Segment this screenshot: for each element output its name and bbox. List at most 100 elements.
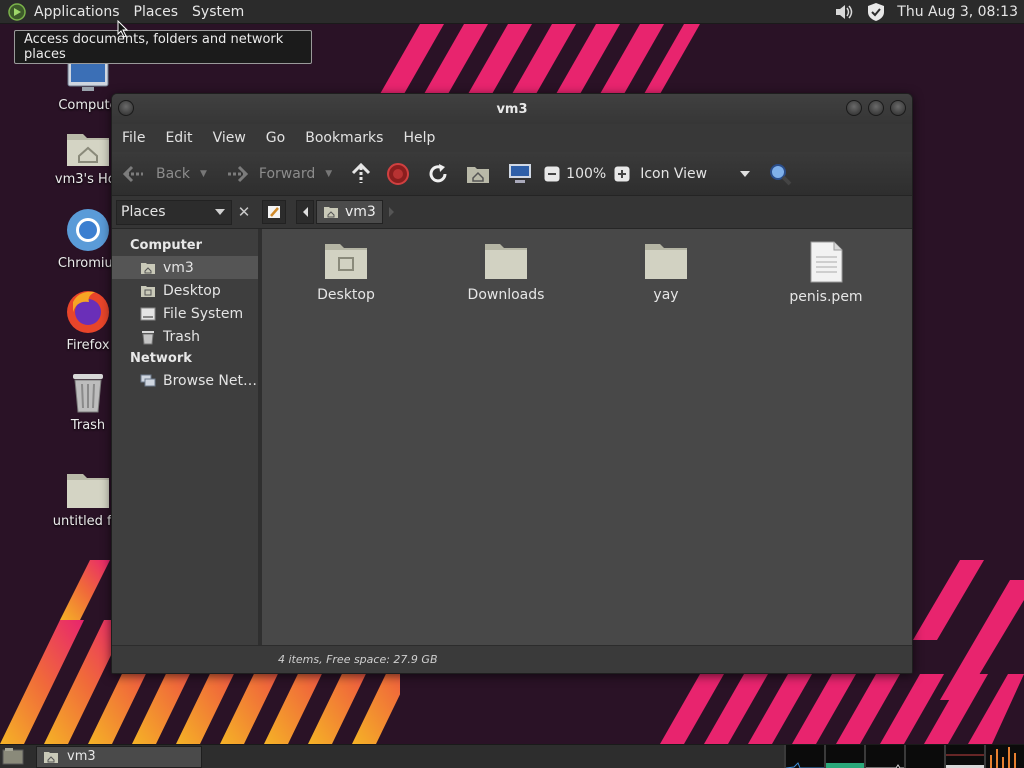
sidebar-item-label: Browse Net… bbox=[163, 372, 258, 389]
sidebar-heading-network: Network bbox=[130, 351, 192, 366]
forward-button[interactable]: Forward ▼ bbox=[225, 164, 332, 184]
folder-icon bbox=[67, 474, 109, 508]
back-arrow-icon bbox=[122, 165, 143, 182]
places-tooltip: Access documents, folders and network pl… bbox=[14, 30, 312, 64]
back-history-dropdown[interactable]: ▼ bbox=[200, 169, 207, 179]
file-item[interactable]: Desktop bbox=[286, 241, 406, 303]
places-menu[interactable]: Places bbox=[134, 4, 179, 20]
text-file-icon bbox=[810, 241, 843, 283]
chromium-icon bbox=[67, 209, 109, 251]
file-name: Desktop bbox=[317, 287, 375, 303]
system-menu[interactable]: System bbox=[192, 4, 244, 20]
toggle-location-entry-button[interactable] bbox=[262, 200, 286, 224]
toolbar: Back ▼ Forward ▼ 100% Icon View bbox=[112, 152, 912, 196]
close-sidebar-icon[interactable]: ✕ bbox=[232, 203, 256, 221]
tooltip-text: Access documents, folders and network pl… bbox=[24, 32, 284, 62]
taskbar-window-vm3[interactable]: vm3 bbox=[36, 745, 202, 768]
sidebar-item-trash[interactable]: Trash bbox=[112, 325, 258, 348]
home-folder-icon bbox=[44, 751, 58, 763]
cpu-graph bbox=[784, 744, 826, 768]
forward-arrow-icon bbox=[227, 165, 249, 182]
desktop-icon-label: Compute bbox=[58, 98, 118, 113]
menubar: File Edit View Go Bookmarks Help bbox=[112, 124, 912, 152]
window-menu-button[interactable] bbox=[118, 100, 134, 116]
window-titlebar[interactable]: vm3 bbox=[112, 94, 912, 124]
computer-icon bbox=[67, 60, 109, 91]
menu-edit[interactable]: Edit bbox=[165, 130, 192, 146]
mouse-pointer-icon bbox=[117, 20, 129, 38]
file-item[interactable]: yay bbox=[606, 241, 726, 303]
view-mode-select[interactable]: Icon View bbox=[640, 165, 751, 182]
menu-go[interactable]: Go bbox=[266, 130, 285, 146]
forward-label: Forward bbox=[258, 165, 316, 182]
chevron-down-icon bbox=[740, 170, 751, 177]
breadcrumb-left-button[interactable] bbox=[296, 200, 314, 224]
statusbar-sidebar-area bbox=[112, 645, 266, 673]
folder-icon bbox=[485, 244, 527, 279]
home-folder-icon[interactable] bbox=[466, 163, 490, 185]
edit-icon bbox=[268, 206, 280, 218]
clock[interactable]: Thu Aug 3, 08:13 bbox=[897, 4, 1018, 20]
mate-menu-icon[interactable] bbox=[7, 2, 27, 22]
sidebar-item-label: Desktop bbox=[163, 282, 221, 299]
chevron-right-icon[interactable] bbox=[388, 207, 394, 217]
file-name: yay bbox=[653, 287, 679, 303]
shield-icon[interactable] bbox=[865, 2, 887, 22]
stop-icon[interactable] bbox=[386, 162, 410, 186]
file-item[interactable]: penis.pem bbox=[766, 241, 886, 305]
view-mode-label: Icon View bbox=[640, 165, 708, 182]
file-name: Downloads bbox=[467, 287, 545, 303]
location-bar: Places ✕ vm3 bbox=[112, 196, 912, 229]
show-desktop-icon[interactable] bbox=[2, 747, 24, 765]
forward-history-dropdown[interactable]: ▼ bbox=[325, 169, 332, 179]
file-item[interactable]: Downloads bbox=[446, 241, 566, 303]
swap-graph bbox=[904, 744, 944, 768]
desktop-icon-label: Firefox bbox=[66, 338, 110, 353]
computer-icon[interactable] bbox=[508, 163, 532, 185]
back-button[interactable]: Back ▼ bbox=[122, 164, 207, 184]
status-text: 4 items, Free space: 27.9 GB bbox=[278, 653, 438, 666]
zoom-out-icon[interactable] bbox=[544, 166, 560, 182]
menu-bookmarks[interactable]: Bookmarks bbox=[305, 130, 383, 146]
zoom-level: 100% bbox=[566, 165, 607, 182]
sidebar-item-desktop[interactable]: Desktop bbox=[112, 279, 258, 302]
sidebar-heading-computer: Computer bbox=[130, 238, 203, 253]
network-icon bbox=[140, 374, 156, 386]
network-graph bbox=[864, 744, 906, 768]
file-icon-view[interactable]: Desktop Downloads yay penis.pem bbox=[262, 229, 912, 654]
system-monitor-applet[interactable] bbox=[784, 744, 1024, 768]
menu-view[interactable]: View bbox=[213, 130, 246, 146]
sidebar-item-label: Trash bbox=[163, 328, 200, 345]
file-name: penis.pem bbox=[789, 289, 863, 305]
memory-graph bbox=[824, 744, 866, 768]
minimize-button[interactable] bbox=[846, 100, 862, 116]
applications-menu[interactable]: Applications bbox=[34, 4, 120, 20]
chevron-down-icon bbox=[215, 208, 225, 215]
sidebar-pane-selector[interactable]: Places bbox=[116, 199, 232, 225]
home-folder-icon bbox=[67, 134, 109, 166]
sidebar-item-browse-network[interactable]: Browse Net… bbox=[112, 369, 258, 392]
zoom-in-icon[interactable] bbox=[614, 166, 630, 182]
menu-help[interactable]: Help bbox=[403, 130, 435, 146]
breadcrumb-label: vm3 bbox=[345, 204, 376, 220]
task-label: vm3 bbox=[67, 749, 96, 764]
back-label: Back bbox=[156, 165, 190, 182]
breadcrumb-current[interactable]: vm3 bbox=[316, 200, 383, 224]
menu-file[interactable]: File bbox=[122, 130, 145, 146]
places-sidebar: Computer vm3 Desktop File System Trash N… bbox=[112, 229, 262, 654]
reload-icon[interactable] bbox=[426, 162, 450, 186]
up-arrow-icon[interactable] bbox=[348, 162, 374, 186]
desktop-icon-label: Chromiur bbox=[57, 256, 119, 271]
disk-graph bbox=[984, 744, 1024, 768]
file-manager-window[interactable]: vm3 File Edit View Go Bookmarks Help Bac… bbox=[111, 93, 913, 674]
trash-icon bbox=[73, 374, 103, 413]
sidebar-item-file-system[interactable]: File System bbox=[112, 302, 258, 325]
volume-icon[interactable] bbox=[833, 2, 855, 22]
close-button[interactable] bbox=[890, 100, 906, 116]
search-icon[interactable] bbox=[768, 162, 792, 186]
maximize-button[interactable] bbox=[868, 100, 884, 116]
sidebar-item-vm3[interactable]: vm3 bbox=[112, 256, 258, 279]
sidebar-item-label: vm3 bbox=[163, 259, 194, 276]
window-title: vm3 bbox=[496, 101, 528, 117]
breadcrumb: vm3 bbox=[262, 200, 394, 224]
